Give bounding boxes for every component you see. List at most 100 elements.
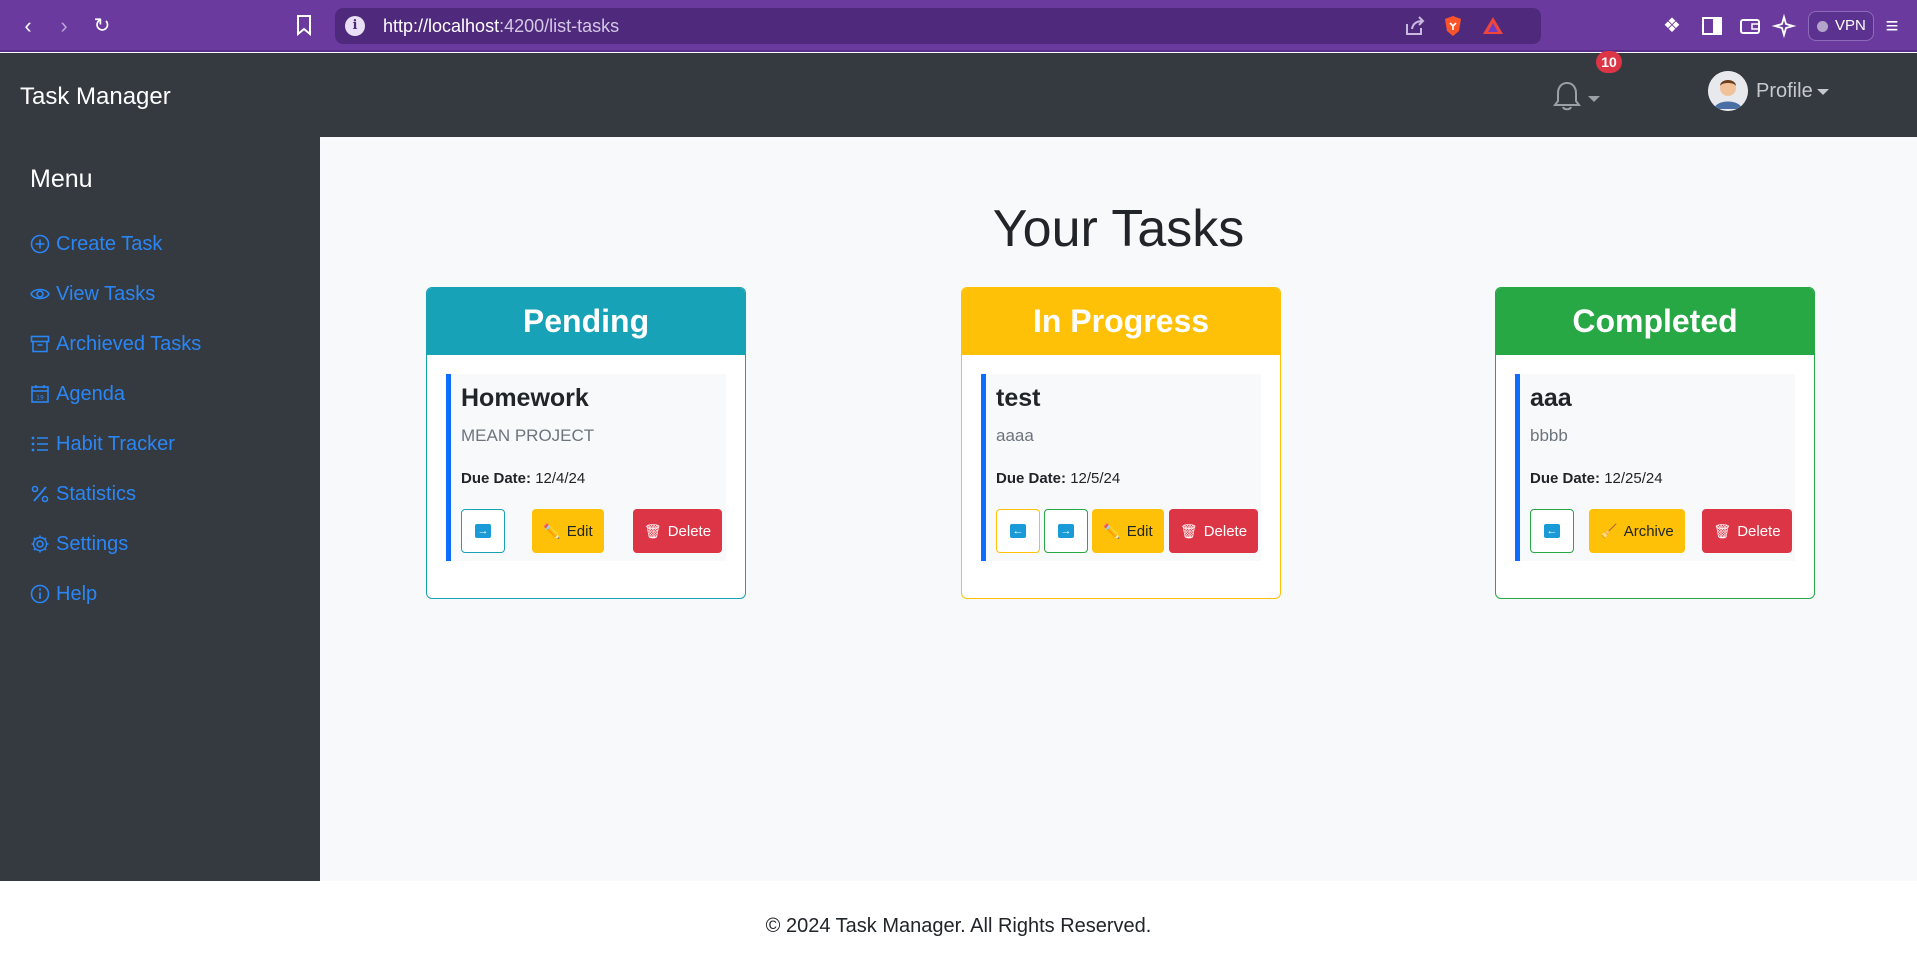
task-description: aaaa xyxy=(996,426,1034,445)
menu-icon[interactable]: ≡ xyxy=(1880,14,1904,38)
task-description: bbbb xyxy=(1530,426,1568,445)
plus-circle-icon xyxy=(30,234,50,254)
app-navbar: Task Manager xyxy=(0,53,1917,137)
sidebar-item-label: Agenda xyxy=(56,382,125,405)
edit-label: Edit xyxy=(566,522,593,540)
page-title: Your Tasks xyxy=(992,200,1245,258)
user-avatar-icon xyxy=(1708,71,1748,111)
sidebar-item-label: View Tasks xyxy=(56,282,156,305)
delete-button[interactable]: 🗑 Delete xyxy=(1702,509,1792,553)
sidebar-item-archieved-tasks[interactable]: Archieved Tasks xyxy=(30,329,201,359)
task-card: test aaaa Due Date: 12/5/24 ← → ✏️ Edit … xyxy=(981,374,1261,561)
delete-label: Delete xyxy=(1737,522,1781,540)
sidebar-item-label: Help xyxy=(56,582,98,605)
sidebar-item-agenda[interactable]: 19 Agenda xyxy=(30,379,125,409)
delete-button[interactable]: 🗑 Delete xyxy=(1169,509,1258,553)
list-icon xyxy=(31,436,48,452)
avatar[interactable] xyxy=(1708,71,1748,111)
vpn-button[interactable]: VPN xyxy=(1808,11,1874,41)
sidebar: Menu Create Task View Tasks Archieved Ta… xyxy=(0,137,320,881)
archive-label: Archive xyxy=(1623,522,1674,540)
info-icon xyxy=(30,584,50,604)
gear-icon xyxy=(31,535,49,553)
delete-button[interactable]: 🗑 Delete xyxy=(633,509,722,553)
brave-rewards-icon[interactable] xyxy=(1481,14,1505,38)
wallet-icon[interactable] xyxy=(1738,14,1762,38)
sidebar-item-help[interactable]: Help xyxy=(30,579,97,609)
move-back-button[interactable]: ← xyxy=(1530,509,1574,553)
task-title: Homework xyxy=(461,384,589,412)
archive-icon xyxy=(30,335,50,353)
profile-dropdown[interactable]: Profile xyxy=(1756,80,1813,103)
task-due-date: Due Date: 12/4/24 xyxy=(461,470,586,487)
column-completed: Completed aaa bbbb Due Date: 12/25/24 ← … xyxy=(1495,287,1815,599)
sidebar-item-label: Habit Tracker xyxy=(56,432,175,455)
vpn-label: VPN xyxy=(1835,17,1866,34)
pencil-icon: ✏️ xyxy=(1103,522,1121,539)
leo-ai-icon[interactable] xyxy=(1772,14,1796,38)
sidebar-item-label: Statistics xyxy=(56,482,137,505)
archive-button[interactable]: 🧹 Archive xyxy=(1589,509,1685,553)
bookmark-icon[interactable] xyxy=(296,14,312,36)
brand-title[interactable]: Task Manager xyxy=(20,83,171,111)
svg-text:19: 19 xyxy=(36,395,44,402)
broom-icon: 🧹 xyxy=(1600,522,1618,539)
extensions-icon[interactable]: ❖ xyxy=(1660,14,1684,38)
sidebar-item-view-tasks[interactable]: View Tasks xyxy=(30,279,155,309)
notification-badge: 10 xyxy=(1596,51,1622,73)
sidebar-item-statistics[interactable]: Statistics xyxy=(30,479,136,509)
task-card: aaa bbbb Due Date: 12/25/24 ← 🧹 Archive … xyxy=(1515,374,1795,561)
trash-icon: 🗑 xyxy=(1179,522,1198,539)
sidebar-item-label: Archieved Tasks xyxy=(56,332,202,355)
column-in-progress: In Progress test aaaa Due Date: 12/5/24 … xyxy=(961,287,1281,599)
column-header: Completed xyxy=(1496,288,1814,355)
sidebar-item-label: Settings xyxy=(56,532,129,555)
sidebar-title: Menu xyxy=(30,165,93,193)
arrow-left-icon: ← xyxy=(1010,524,1026,538)
sidebar-item-label: Create Task xyxy=(56,232,163,255)
eye-icon xyxy=(30,288,50,300)
main-content: Your Tasks Pending Homework MEAN PROJECT… xyxy=(320,137,1917,881)
arrow-right-icon: → xyxy=(475,524,491,538)
sidebar-item-settings[interactable]: Settings xyxy=(30,529,128,559)
browser-toolbar: ‹ › ↻ i http://localhost:4200/list-tasks… xyxy=(0,0,1917,52)
notifications-caret-icon[interactable] xyxy=(1588,96,1600,102)
edit-button[interactable]: ✏️ Edit xyxy=(1092,509,1164,553)
vpn-status-icon xyxy=(1817,21,1828,32)
delete-label: Delete xyxy=(1203,522,1248,540)
site-info-icon[interactable]: i xyxy=(345,16,365,36)
footer-text: © 2024 Task Manager. All Rights Reserved… xyxy=(765,915,1152,937)
task-due-date: Due Date: 12/25/24 xyxy=(1530,470,1663,487)
task-title: test xyxy=(996,384,1041,412)
back-icon[interactable]: ‹ xyxy=(14,12,42,40)
trash-icon: 🗑 xyxy=(643,522,662,539)
percent-icon xyxy=(31,485,49,503)
task-due-date: Due Date: 12/5/24 xyxy=(996,470,1121,487)
sidebar-item-habit-tracker[interactable]: Habit Tracker xyxy=(30,429,175,459)
reload-icon[interactable]: ↻ xyxy=(88,12,116,40)
trash-icon: 🗑 xyxy=(1713,522,1732,539)
column-pending: Pending Homework MEAN PROJECT Due Date: … xyxy=(426,287,746,599)
task-card: Homework MEAN PROJECT Due Date: 12/4/24 … xyxy=(446,374,726,561)
sidebar-item-create-task[interactable]: Create Task xyxy=(30,229,162,259)
forward-icon[interactable]: › xyxy=(50,12,78,40)
url-text: http://localhost:4200/list-tasks xyxy=(383,16,620,36)
pencil-icon: ✏️ xyxy=(543,522,561,539)
task-title: aaa xyxy=(1530,384,1572,412)
footer: © 2024 Task Manager. All Rights Reserved… xyxy=(0,881,1917,971)
arrow-left-icon: ← xyxy=(1544,524,1560,538)
brave-shield-icon[interactable] xyxy=(1441,14,1465,38)
address-bar[interactable]: i http://localhost:4200/list-tasks xyxy=(335,8,1541,44)
move-forward-button[interactable]: → xyxy=(1044,509,1088,553)
delete-label: Delete xyxy=(667,522,712,540)
edit-button[interactable]: ✏️ Edit xyxy=(532,509,604,553)
edit-label: Edit xyxy=(1126,522,1153,540)
sidebar-toggle-icon[interactable] xyxy=(1700,14,1724,38)
column-header: In Progress xyxy=(962,288,1280,355)
move-back-button[interactable]: ← xyxy=(996,509,1040,553)
share-icon[interactable] xyxy=(1403,14,1427,38)
profile-caret-icon[interactable] xyxy=(1817,89,1829,95)
calendar-icon: 19 xyxy=(31,385,49,403)
move-forward-button[interactable]: → xyxy=(461,509,505,553)
bell-icon[interactable] xyxy=(1552,80,1582,112)
